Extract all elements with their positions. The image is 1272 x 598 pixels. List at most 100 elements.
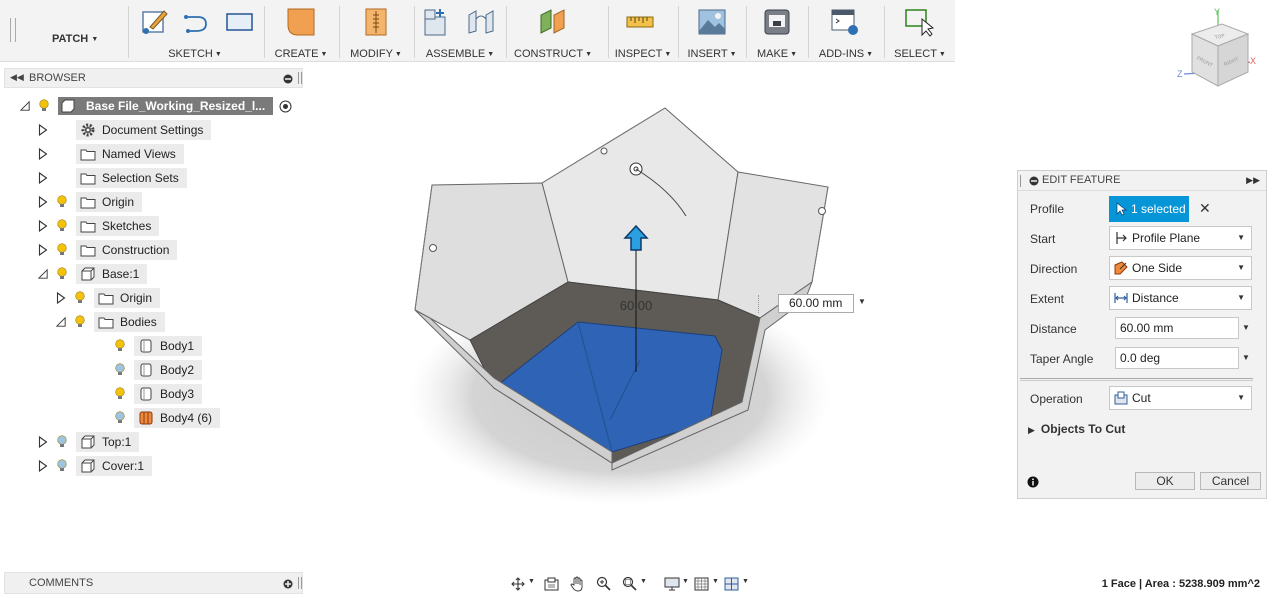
browser-item[interactable]: Sketches (38, 216, 160, 236)
orbit-dropdown-icon[interactable]: ▼ (528, 578, 535, 585)
visibility-bulb-icon[interactable] (56, 195, 68, 209)
back-wall[interactable] (541, 107, 739, 301)
create-patch-icon[interactable] (286, 7, 316, 37)
visibility-bulb-icon[interactable] (38, 99, 50, 113)
rectangle-icon[interactable] (224, 7, 254, 37)
make-menu[interactable]: MAKE ▼ (748, 48, 806, 60)
panel-collapse-icon[interactable] (1029, 176, 1039, 186)
extent-dropdown[interactable]: Distance ▼ (1109, 286, 1252, 310)
objects-to-cut-expander[interactable]: ▶ Objects To Cut (1028, 422, 1125, 436)
expand-icon[interactable] (38, 124, 48, 136)
profile-selection-button[interactable]: 1 selected (1109, 196, 1189, 222)
expand-icon[interactable] (38, 436, 48, 448)
cancel-button[interactable]: Cancel (1200, 472, 1261, 490)
construct-menu[interactable]: CONSTRUCT ▼ (508, 48, 598, 60)
browser-item[interactable]: Body1 (96, 336, 203, 356)
create-sketch-icon[interactable] (140, 7, 170, 37)
browser-item[interactable]: Body4 (6) (96, 408, 221, 428)
collapse-icon[interactable] (56, 316, 66, 328)
collapse-browser-icon[interactable]: ◀◀ (10, 72, 24, 83)
addins-menu[interactable]: ADD-INS ▼ (810, 48, 882, 60)
select-menu[interactable]: SELECT ▼ (886, 48, 954, 60)
visibility-bulb-icon[interactable] (74, 291, 86, 305)
taper-angle-input[interactable]: 0.0 deg (1115, 347, 1239, 369)
visibility-bulb-icon[interactable] (56, 243, 68, 257)
modify-group[interactable]: MODIFY ▼ (341, 0, 411, 62)
select-group[interactable]: SELECT ▼ (886, 0, 954, 62)
toolbar-grip[interactable] (10, 18, 16, 42)
select-icon[interactable] (904, 7, 934, 37)
operation-dropdown[interactable]: Cut ▼ (1109, 386, 1252, 410)
modify-menu[interactable]: MODIFY ▼ (341, 48, 411, 60)
browser-item[interactable]: Base:1 (38, 264, 148, 284)
expand-icon[interactable] (38, 220, 48, 232)
browser-item[interactable]: Cover:1 (38, 456, 153, 476)
zoom-icon[interactable] (596, 576, 611, 591)
visibility-bulb-icon[interactable] (74, 315, 86, 329)
grid-dropdown-icon[interactable]: ▼ (712, 578, 719, 585)
grid-icon[interactable] (694, 577, 709, 591)
scripts-addins-icon[interactable] (830, 7, 860, 37)
expand-icon[interactable] (38, 148, 48, 160)
insert-group[interactable]: INSERT ▼ (680, 0, 744, 62)
expand-icon[interactable] (38, 244, 48, 256)
create-group[interactable]: CREATE ▼ (266, 0, 336, 62)
visibility-bulb-icon[interactable] (56, 459, 68, 473)
browser-item[interactable]: Base File_Working_Resized_l... (20, 96, 292, 116)
add-comment-icon[interactable] (283, 579, 293, 589)
display-settings-icon[interactable] (664, 577, 680, 591)
taper-angle-dropdown-icon[interactable]: ▼ (1242, 353, 1250, 362)
assemble-group[interactable]: ASSEMBLE ▼ (416, 0, 504, 62)
pan-hand-icon[interactable] (570, 576, 585, 592)
visibility-bulb-icon[interactable] (56, 219, 68, 233)
inspect-group[interactable]: INSPECT ▼ (610, 0, 676, 62)
browser-item[interactable]: Bodies (56, 312, 165, 332)
viewport-distance-dropdown-icon[interactable]: ▼ (858, 297, 866, 306)
sketch-menu[interactable]: SKETCH ▼ (130, 48, 260, 60)
make-group[interactable]: MAKE ▼ (748, 0, 806, 62)
activate-radio-icon[interactable] (279, 100, 292, 113)
browser-item[interactable]: Body2 (96, 360, 203, 380)
browser-item[interactable]: Selection Sets (38, 168, 187, 188)
browser-pin-icon[interactable] (298, 72, 302, 84)
distance-input[interactable]: 60.00 mm (1115, 317, 1239, 339)
viewports-icon[interactable] (724, 577, 739, 591)
direction-dropdown[interactable]: One Side ▼ (1109, 256, 1252, 280)
assemble-menu[interactable]: ASSEMBLE ▼ (416, 48, 504, 60)
line-icon[interactable] (182, 7, 212, 37)
offset-plane-icon[interactable] (538, 7, 568, 37)
edit-feature-header[interactable]: EDIT FEATURE ▶▶ (1018, 171, 1266, 191)
joint-icon[interactable] (466, 7, 496, 37)
viewport-distance-input[interactable]: 60.00 mm (778, 294, 854, 313)
comments-panel[interactable]: COMMENTS (4, 572, 303, 594)
visibility-bulb-icon[interactable] (114, 411, 126, 425)
visibility-bulb-icon[interactable] (56, 435, 68, 449)
create-menu[interactable]: CREATE ▼ (266, 48, 336, 60)
orbit-icon[interactable] (511, 577, 525, 591)
insert-image-icon[interactable] (697, 7, 727, 37)
browser-item[interactable]: Document Settings (38, 120, 212, 140)
addins-group[interactable]: ADD-INS ▼ (810, 0, 882, 62)
expand-icon[interactable] (56, 292, 66, 304)
collapse-icon[interactable] (38, 268, 48, 280)
browser-item[interactable]: Top:1 (38, 432, 140, 452)
sketch-group[interactable]: SKETCH ▼ (130, 0, 260, 62)
browser-minimize-icon[interactable] (283, 74, 293, 84)
new-component-icon[interactable] (422, 7, 452, 37)
viewcube[interactable]: TOP FRONT RIGHT Y Z X (1170, 0, 1266, 92)
ok-button[interactable]: OK (1135, 472, 1195, 490)
measure-icon[interactable] (625, 7, 655, 37)
browser-item[interactable]: Origin (56, 288, 161, 308)
insert-menu[interactable]: INSERT ▼ (680, 48, 744, 60)
visibility-bulb-icon[interactable] (114, 339, 126, 353)
collapse-icon[interactable] (20, 100, 30, 112)
info-icon[interactable] (1027, 476, 1039, 488)
browser-item[interactable]: Body3 (96, 384, 203, 404)
inspect-menu[interactable]: INSPECT ▼ (610, 48, 676, 60)
browser-item[interactable]: Origin (38, 192, 143, 212)
expand-icon[interactable] (38, 196, 48, 208)
start-dropdown[interactable]: Profile Plane ▼ (1109, 226, 1252, 250)
visibility-bulb-icon[interactable] (56, 267, 68, 281)
browser-item[interactable]: Construction (38, 240, 178, 260)
distance-dropdown-icon[interactable]: ▼ (1242, 323, 1250, 332)
